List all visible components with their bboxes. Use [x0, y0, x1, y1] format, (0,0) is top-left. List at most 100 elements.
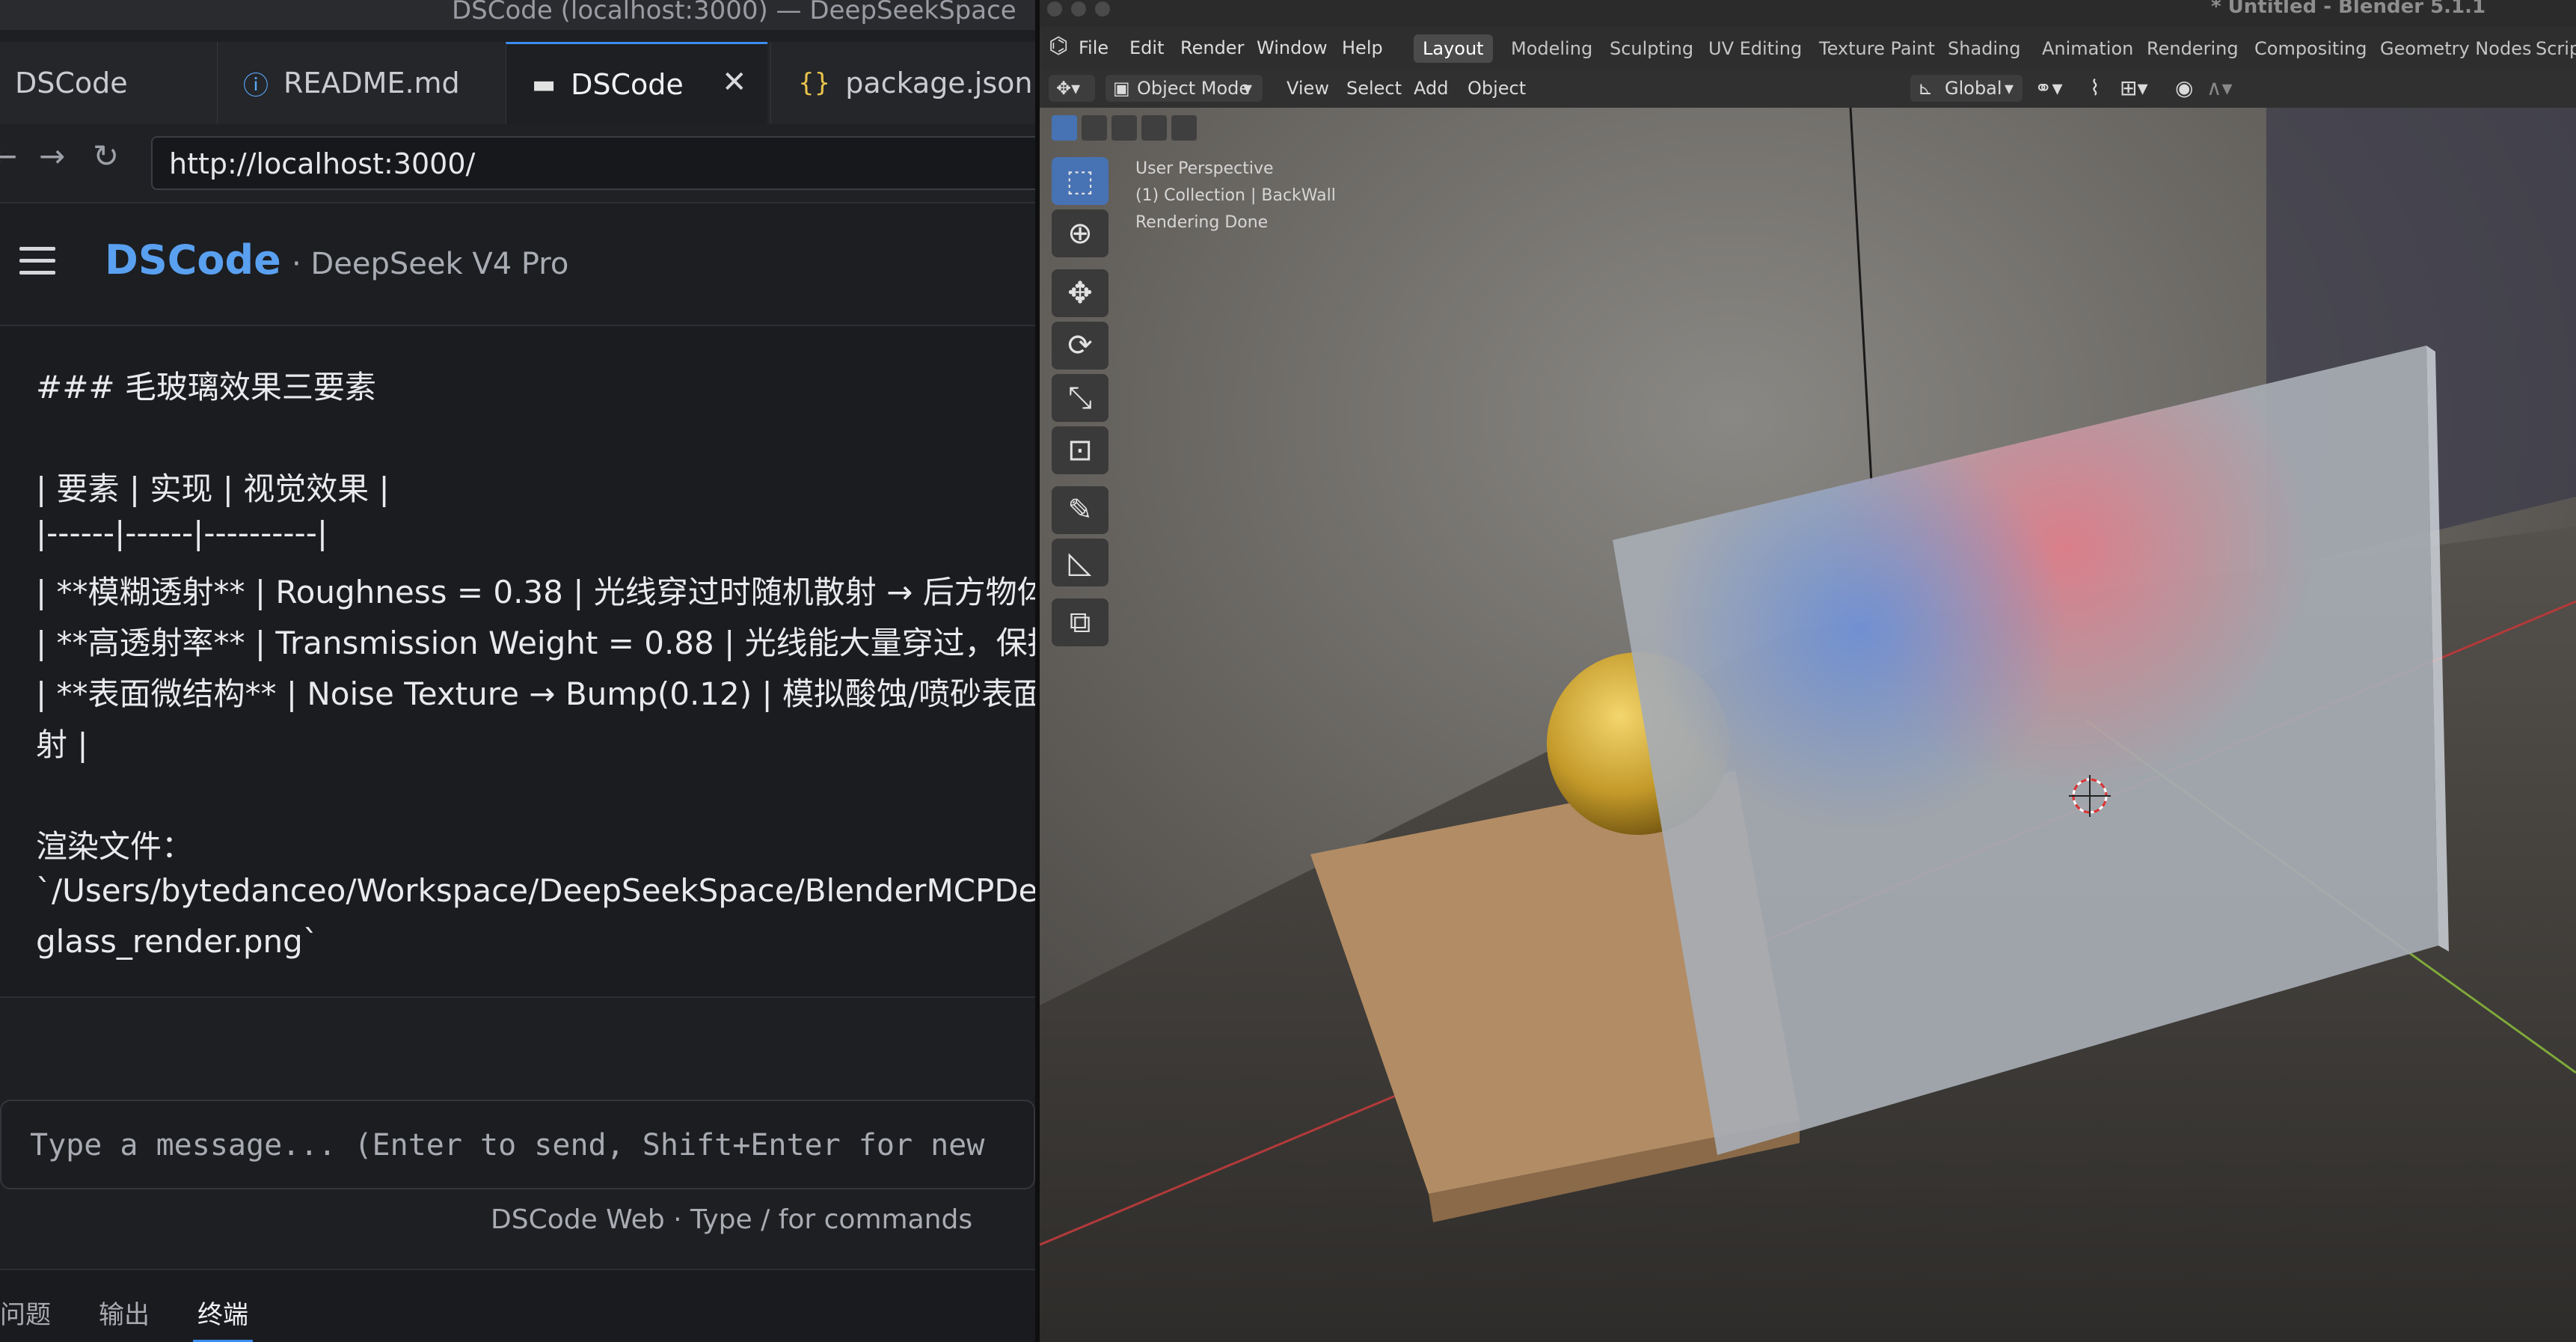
add-cube-icon[interactable]: ⧉	[1052, 598, 1108, 646]
message-line: |------|------|----------|	[36, 515, 328, 551]
orientation-label: Global	[1945, 78, 2002, 99]
tool-shelf: ⬚ ⊕ ✥ ⟳ ⤡ ⊡ ✎ ◺ ⧉	[1049, 157, 1111, 646]
message-input-box	[0, 1100, 1035, 1189]
menu-help[interactable]: Help	[1342, 37, 1383, 58]
workspace-sculpting[interactable]: Sculpting	[1601, 34, 1702, 63]
app-header: DSCode · DeepSeek V4 Pro	[0, 203, 1035, 326]
back-arrow-icon[interactable]: ←	[0, 138, 17, 174]
transform-orientation-dropdown[interactable]: ⊾ Global ▾	[1910, 75, 2023, 102]
workspace-uv-editing[interactable]: UV Editing	[1699, 34, 1811, 63]
workspace-scripting[interactable]: Scrip	[2527, 34, 2576, 63]
select-new-icon[interactable]	[1052, 115, 1077, 141]
object-mode-label: Object Mode	[1137, 78, 1251, 99]
window-minimize-dot[interactable]	[1071, 1, 1086, 16]
workspace-rendering[interactable]: Rendering	[2138, 34, 2248, 63]
editor-tabbar: DSCode ⓘ README.md ▬ DSCode ✕ {} package…	[0, 42, 1035, 125]
workspace-animation[interactable]: Animation	[2033, 34, 2142, 63]
object-mode-dropdown[interactable]: ▣ Object Mode ▾	[1105, 75, 1263, 102]
3d-viewport[interactable]: User Perspective (1) Collection | BackWa…	[1040, 108, 2576, 1342]
orientation-icon: ⊾	[1918, 78, 1933, 99]
tab-package-json[interactable]: {} package.json	[770, 42, 1035, 124]
select-invert-icon[interactable]	[1141, 115, 1167, 141]
workspace-modeling[interactable]: Modeling	[1502, 34, 1601, 63]
editor-type-icon: ✥▾	[1056, 78, 1081, 99]
select-box-icon[interactable]: ⬚	[1052, 157, 1108, 205]
menu-add[interactable]: Add	[1414, 75, 1448, 102]
dscode-window: DSCode (localhost:3000) — DeepSeekSpace …	[0, 0, 1035, 1342]
json-braces-icon: {}	[798, 68, 831, 98]
assistant-message: ### 毛玻璃效果三要素 | 要素 | 实现 | 视觉效果 | |------|…	[0, 326, 1035, 998]
editor-type-button[interactable]: ✥▾	[1049, 75, 1095, 102]
measure-icon[interactable]: ◺	[1052, 539, 1108, 586]
render-status-label: Rendering Done	[1135, 213, 1269, 232]
menu-select[interactable]: Select	[1346, 75, 1402, 102]
view-perspective-label: User Perspective	[1135, 159, 1274, 178]
scale-icon[interactable]: ⤡	[1052, 374, 1108, 422]
url-text: http://localhost:3000/	[169, 147, 476, 180]
select-extend-icon[interactable]	[1082, 115, 1107, 141]
viewport-overlay-text: User Perspective (1) Collection | BackWa…	[1135, 156, 1336, 236]
transform-icon[interactable]: ⊡	[1052, 426, 1108, 474]
workspace-texture-paint[interactable]: Texture Paint	[1810, 34, 1944, 63]
panel-tabbar: 问题 输出 终端	[0, 1269, 1035, 1342]
rotate-icon[interactable]: ⟳	[1052, 322, 1108, 370]
tab-output[interactable]: 输出	[99, 1294, 150, 1331]
file-path-line: `/Users/bytedanceo/Workspace/DeepSeekSpa…	[36, 872, 1035, 909]
tab-label: DSCode	[571, 67, 684, 101]
tab-dscode-1[interactable]: DSCode	[0, 42, 212, 124]
message-line: ### 毛玻璃效果三要素	[36, 369, 376, 405]
workspace-shading[interactable]: Shading	[1939, 34, 2030, 63]
workspace-geometry-nodes[interactable]: Geometry Nodes	[2371, 34, 2540, 63]
snap-icon[interactable]: ⌇	[2090, 75, 2100, 102]
url-field[interactable]: http://localhost:3000/	[151, 136, 1035, 190]
scene-render	[1040, 108, 2576, 1342]
menu-object[interactable]: Object	[1468, 75, 1526, 102]
selection-mode-group	[1052, 112, 1216, 144]
select-subtract-icon[interactable]	[1111, 115, 1137, 141]
move-icon[interactable]: ✥	[1052, 269, 1108, 317]
falloff-icon[interactable]: ∧▾	[2207, 75, 2233, 102]
message-line: | 要素 | 实现 | 视觉效果 |	[36, 471, 390, 507]
blender-titlebar: * Untitled - Blender 5.1.1	[1040, 0, 2576, 19]
window-zoom-dot[interactable]	[1095, 1, 1110, 16]
proportional-edit-icon[interactable]: ◉	[2175, 75, 2193, 102]
blender-window: * Untitled - Blender 5.1.1 ⌬ File Edit R…	[1040, 0, 2576, 1342]
message-line: 渲染文件：	[36, 828, 194, 865]
window-titlebar: DSCode (localhost:3000) — DeepSeekSpace	[0, 0, 1035, 30]
menu-view[interactable]: View	[1287, 75, 1329, 102]
message-line: | **模糊透射** | Roughness = 0.38 | 光线穿过时随机散…	[36, 574, 1035, 610]
select-intersect-icon[interactable]	[1171, 115, 1197, 141]
blender-title: * Untitled - Blender 5.1.1	[2211, 0, 2486, 18]
workspace-compositing[interactable]: Compositing	[2245, 34, 2376, 63]
menu-window[interactable]: Window	[1257, 37, 1328, 58]
menu-file[interactable]: File	[1079, 37, 1108, 58]
tab-readme[interactable]: ⓘ README.md	[217, 42, 501, 124]
cursor-icon[interactable]: ⊕	[1052, 209, 1108, 257]
tab-problems[interactable]: 问题	[0, 1294, 51, 1331]
message-line: | **高透射率** | Transmission Weight = 0.88 …	[36, 625, 1035, 661]
snap-target-icon[interactable]: ⊞▾	[2120, 75, 2148, 102]
tab-label: README.md	[283, 67, 460, 99]
menu-render[interactable]: Render	[1180, 37, 1244, 58]
file-path-line: glass_render.png`	[36, 923, 319, 960]
tab-dscode-active[interactable]: ▬ DSCode ✕	[506, 42, 767, 124]
annotate-icon[interactable]: ✎	[1052, 486, 1108, 534]
workspace-layout[interactable]: Layout	[1414, 34, 1493, 63]
model-label: · DeepSeek V4 Pro	[292, 247, 569, 281]
chevron-down-icon: ▾	[2005, 78, 2014, 99]
close-icon[interactable]: ✕	[722, 65, 747, 99]
active-object-label: (1) Collection | BackWall	[1135, 186, 1336, 205]
hamburger-menu-icon[interactable]	[19, 247, 55, 277]
message-input[interactable]	[28, 1118, 1034, 1173]
reload-icon[interactable]: ↻	[93, 138, 119, 174]
tab-terminal[interactable]: 终端	[193, 1294, 253, 1342]
pivot-icon[interactable]: ⚭▾	[2034, 75, 2063, 102]
forward-arrow-icon[interactable]: →	[39, 138, 65, 174]
menu-edit[interactable]: Edit	[1129, 37, 1164, 58]
object-mode-icon: ▣	[1113, 78, 1130, 99]
info-icon: ⓘ	[243, 70, 269, 101]
window-close-dot[interactable]	[1047, 1, 1062, 16]
brand-title: DSCode	[105, 236, 281, 284]
message-line: | **表面微结构** | Noise Texture → Bump(0.12)…	[36, 675, 1035, 712]
blender-logo-icon[interactable]: ⌬	[1049, 33, 1068, 59]
